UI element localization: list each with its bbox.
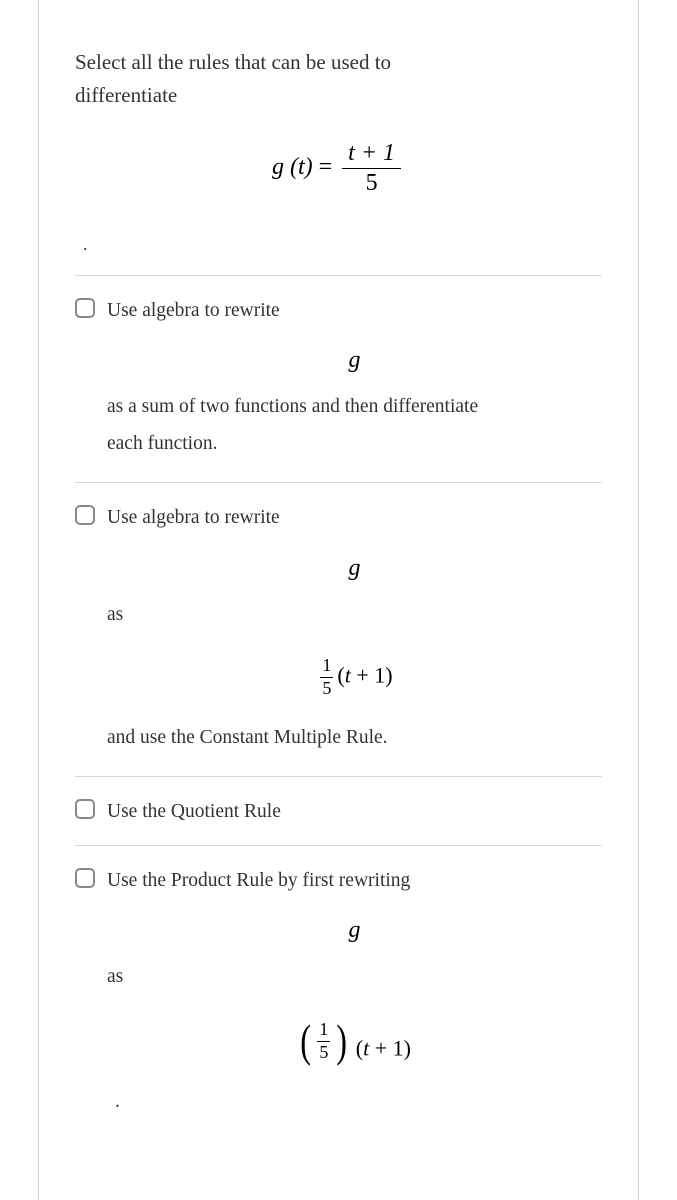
- checkbox-b[interactable]: [75, 505, 95, 525]
- eq-fraction: t + 1 5: [342, 139, 401, 198]
- question-prompt: Select all the rules that can be used to…: [75, 46, 602, 111]
- eq-lhs: g (t): [272, 154, 313, 180]
- option-b-g: g: [107, 555, 602, 582]
- eq-equals: =: [319, 154, 339, 180]
- card-content: Select all the rules that can be used to…: [39, 0, 638, 1141]
- option-b-lead: Use algebra to rewrite: [107, 503, 280, 532]
- main-equation: g (t) = t + 1 5: [75, 139, 602, 198]
- eq-numerator: t + 1: [342, 139, 401, 169]
- option-d-g: g: [107, 917, 602, 944]
- option-a: Use algebra to rewrite g as a sum of two…: [75, 275, 602, 483]
- question-line-2: differentiate: [75, 83, 177, 107]
- option-b-as: as: [107, 600, 602, 629]
- option-a-lead: Use algebra to rewrite: [107, 296, 280, 325]
- option-a-tail1: as a sum of two functions and then diffe…: [107, 392, 602, 421]
- option-b-frac: 1 5: [320, 655, 333, 699]
- eq-denominator: 5: [342, 169, 401, 198]
- option-a-tail2: each function.: [107, 429, 602, 458]
- checkbox-a[interactable]: [75, 298, 95, 318]
- option-b: Use algebra to rewrite g as 1 5 (t + 1) …: [75, 482, 602, 776]
- option-d-dot: .: [115, 1087, 602, 1116]
- question-line-1: Select all the rules that can be used to: [75, 50, 391, 74]
- option-a-g: g: [107, 347, 602, 374]
- option-d-num: 1: [317, 1019, 330, 1042]
- card-frame: Select all the rules that can be used to…: [38, 0, 639, 1200]
- option-d: Use the Product Rule by first rewriting …: [75, 845, 602, 1141]
- option-b-expr: 1 5 (t + 1): [107, 655, 602, 699]
- option-d-expr: ( 1 5 ) (t + 1): [107, 1019, 602, 1063]
- option-b-den: 5: [320, 678, 333, 700]
- option-b-num: 1: [320, 655, 333, 678]
- option-d-as: as: [107, 962, 602, 991]
- checkbox-c[interactable]: [75, 799, 95, 819]
- option-d-den: 5: [317, 1042, 330, 1064]
- option-c-lead: Use the Quotient Rule: [107, 797, 281, 826]
- option-d-frac: 1 5: [317, 1019, 330, 1063]
- option-d-lead: Use the Product Rule by first rewriting: [107, 866, 410, 895]
- checkbox-d[interactable]: [75, 868, 95, 888]
- option-d-paren-frac: ( 1 5 ): [298, 1019, 350, 1063]
- period-marker: .: [83, 234, 602, 255]
- option-c: Use the Quotient Rule: [75, 776, 602, 844]
- option-b-tail: and use the Constant Multiple Rule.: [107, 723, 602, 752]
